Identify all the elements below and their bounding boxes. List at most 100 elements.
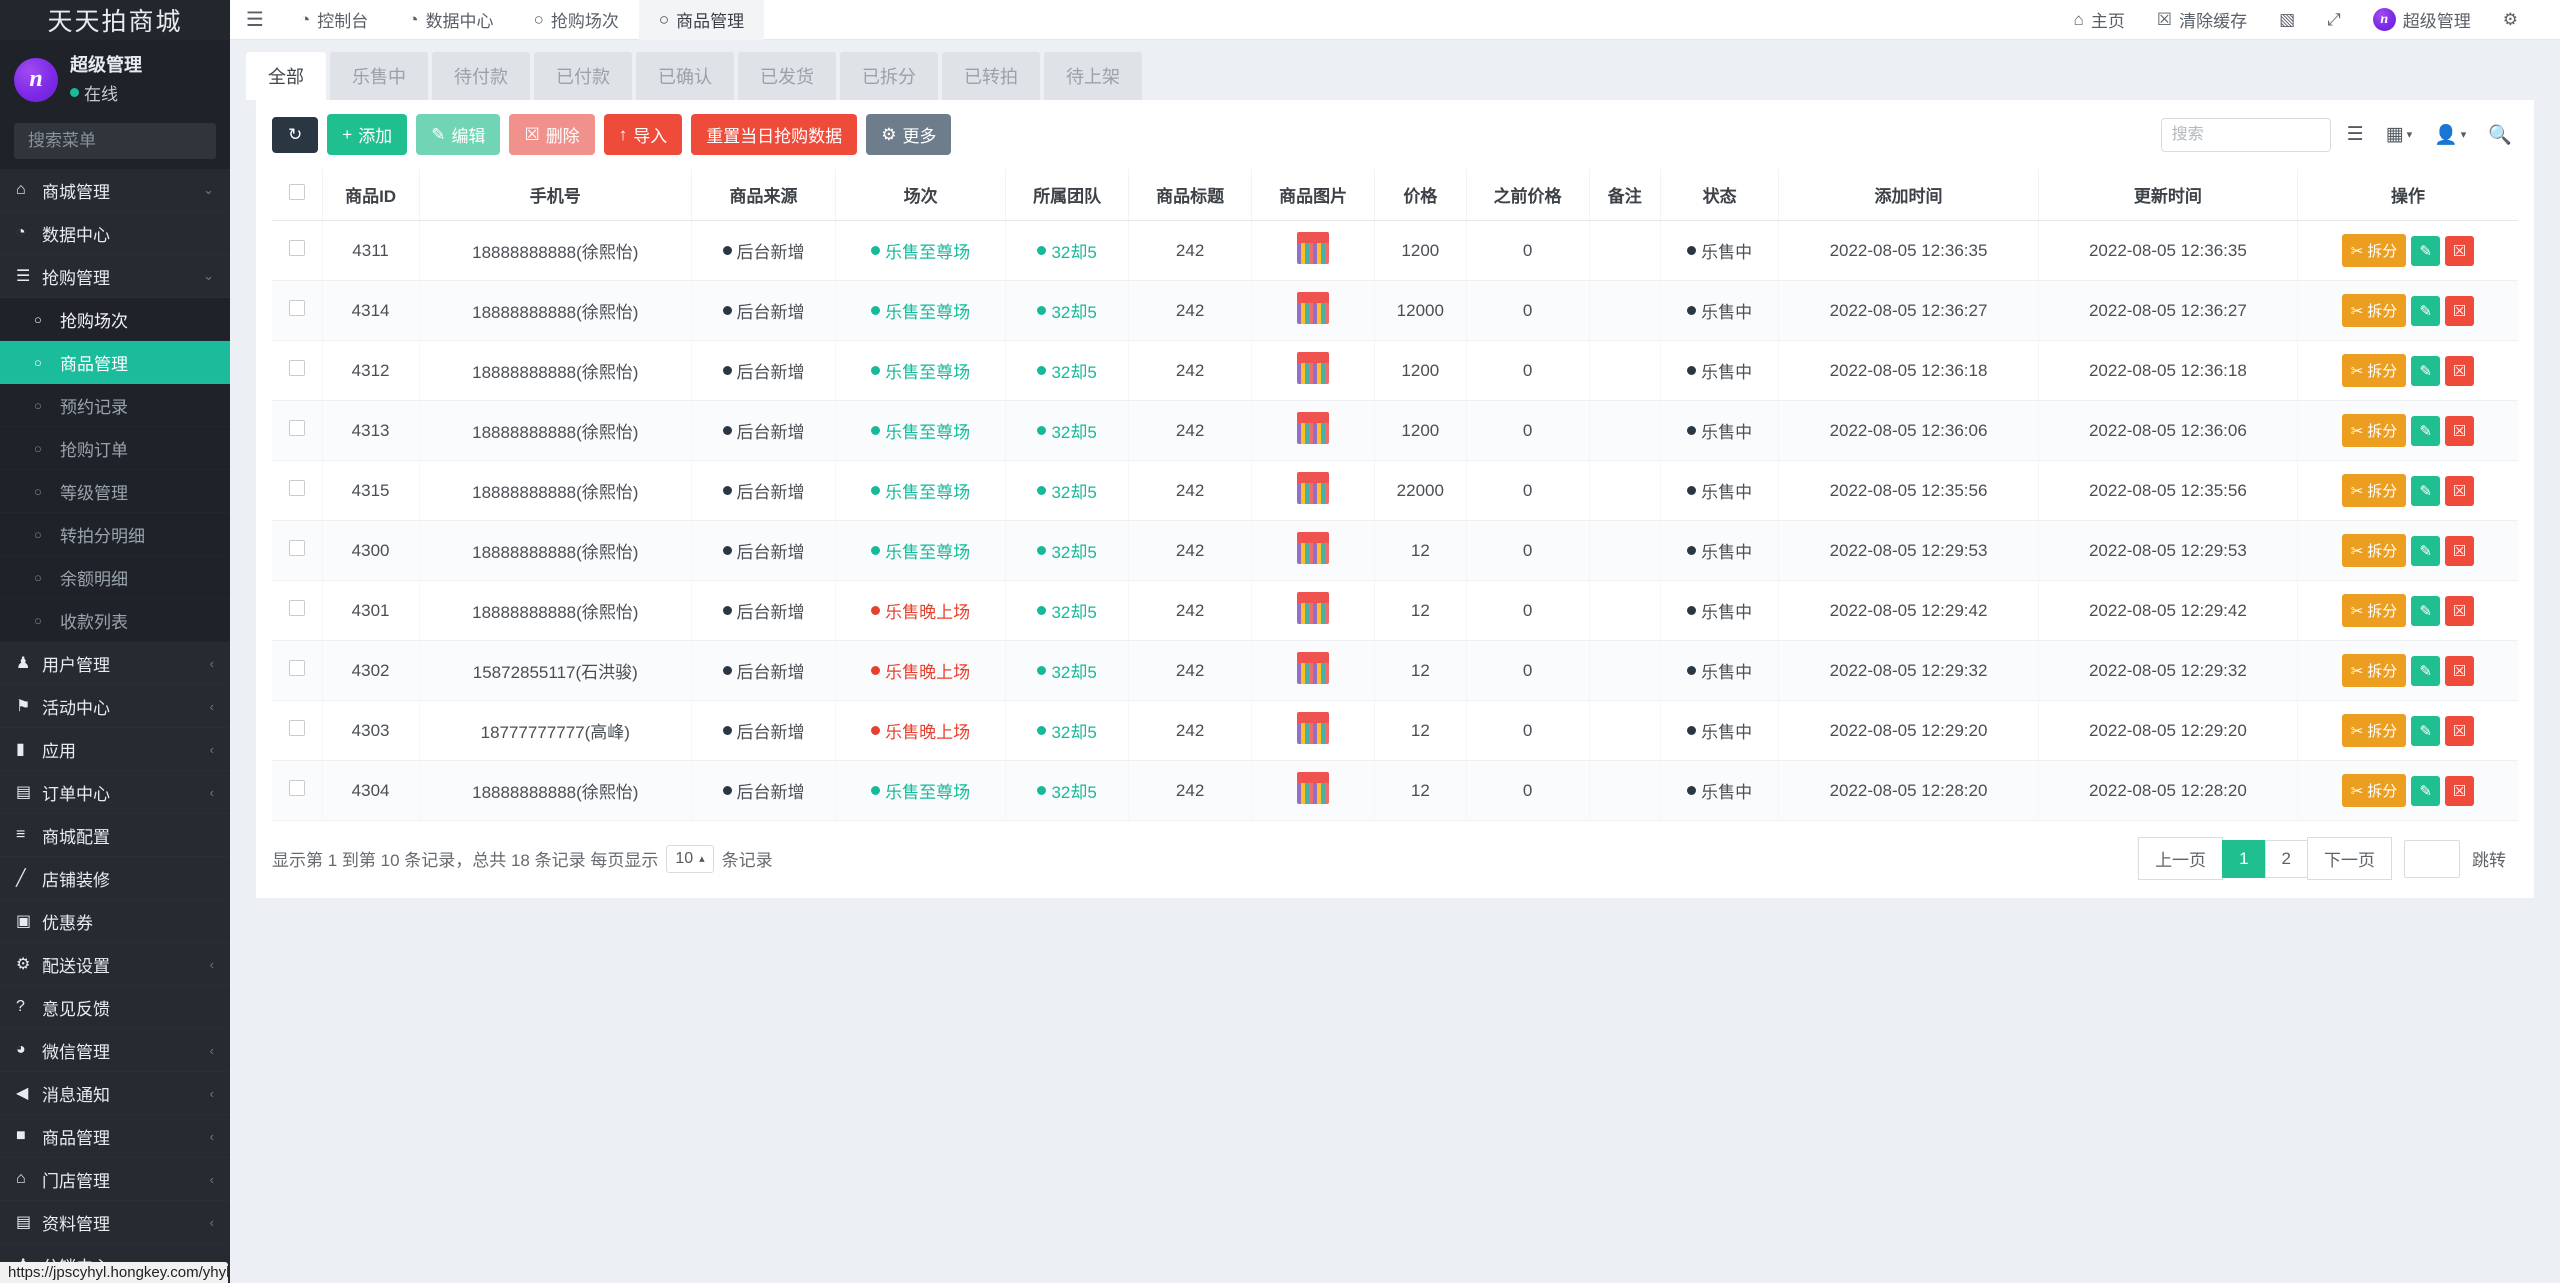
- row-checkbox[interactable]: [288, 420, 305, 436]
- sidebar-item-19[interactable]: ? 意见反馈: [0, 986, 230, 1030]
- sidebar-item-15[interactable]: ≡ 商城配置: [0, 814, 230, 858]
- sidebar-item-23[interactable]: ⌂ 门店管理 ‹: [0, 1158, 230, 1202]
- product-thumbnail[interactable]: [1297, 352, 1330, 384]
- toolbar-button-3[interactable]: ↑ 导入: [603, 114, 683, 155]
- row-action-1[interactable]: ✎: [2411, 235, 2440, 266]
- row-action-2[interactable]: ☒: [2444, 715, 2475, 746]
- sidebar-item-1[interactable]: ◔ 数据中心: [0, 212, 230, 256]
- user-filter-icon[interactable]: 👤 ▾: [2428, 119, 2472, 151]
- sidebar-item-0[interactable]: ⌂ 商城管理 ⌄: [0, 169, 230, 213]
- sidebar-item-13[interactable]: ▮ 应用 ‹: [0, 728, 230, 772]
- sidebar-item-18[interactable]: ⚙ 配送设置 ‹: [0, 943, 230, 987]
- sidebar-item-3[interactable]: ○ 抢购场次: [0, 298, 230, 341]
- row-action-1[interactable]: ✎: [2411, 595, 2440, 626]
- sidebar-item-8[interactable]: ○ 转拍分明细: [0, 513, 230, 556]
- topnav-item-1[interactable]: ◔ 数据中心: [388, 0, 513, 40]
- refresh-button[interactable]: ↻: [272, 116, 319, 153]
- row-action-0[interactable]: ✂ 拆分: [2341, 414, 2407, 447]
- row-action-1[interactable]: ✎: [2411, 355, 2440, 386]
- product-thumbnail[interactable]: [1297, 592, 1330, 624]
- row-action-0[interactable]: ✂ 拆分: [2341, 654, 2407, 687]
- sidebar-search[interactable]: 🔍: [14, 123, 230, 160]
- sidebar-item-9[interactable]: ○ 余额明细: [0, 556, 230, 599]
- topbar-action-2[interactable]: ▧: [2263, 0, 2311, 40]
- search-input[interactable]: [2160, 117, 2331, 152]
- topbar-action-4[interactable]: n 超级管理: [2357, 0, 2487, 40]
- table-row[interactable]: 4304 18888888888(徐熙怡) 后台新增 乐售至尊场 32却5 242 12 0 乐…: [272, 760, 2518, 821]
- row-action-2[interactable]: ☒: [2444, 775, 2475, 806]
- row-checkbox[interactable]: [288, 480, 305, 496]
- product-thumbnail[interactable]: [1297, 712, 1330, 744]
- table-row[interactable]: 4300 18888888888(徐熙怡) 后台新增 乐售至尊场 32却5 242 12 0 乐…: [272, 520, 2518, 581]
- topnav-item-3[interactable]: ○ 商品管理: [638, 0, 765, 40]
- pagination-jump-button[interactable]: 跳转: [2460, 838, 2518, 879]
- sidebar-item-17[interactable]: ▣ 优惠券: [0, 900, 230, 944]
- table-row[interactable]: 4314 18888888888(徐熙怡) 后台新增 乐售至尊场 32却5 242 1200…: [272, 280, 2518, 341]
- search-icon[interactable]: 🔍: [2482, 119, 2518, 151]
- table-row[interactable]: 4303 18777777777(高峰) 后台新增 乐售晚上场 32却5 242 12 0 乐售…: [272, 700, 2518, 761]
- page-size-select[interactable]: 10 ▴: [666, 844, 714, 873]
- topnav-item-0[interactable]: ◔ 控制台: [280, 0, 388, 40]
- tab-5[interactable]: 已发货: [738, 52, 836, 100]
- tab-3[interactable]: 已付款: [534, 52, 632, 100]
- tab-1[interactable]: 乐售中: [330, 52, 428, 100]
- topbar-action-3[interactable]: ⤢: [2311, 0, 2357, 40]
- row-action-2[interactable]: ☒: [2444, 235, 2475, 266]
- product-thumbnail[interactable]: [1297, 412, 1330, 444]
- row-action-2[interactable]: ☒: [2444, 475, 2475, 506]
- row-checkbox[interactable]: [288, 300, 305, 316]
- row-checkbox[interactable]: [288, 720, 305, 736]
- topbar-action-1[interactable]: ☒ 清除缓存: [2141, 0, 2263, 40]
- product-thumbnail[interactable]: [1297, 652, 1330, 684]
- sidebar-item-16[interactable]: ╱ 店铺装修: [0, 857, 230, 901]
- row-checkbox[interactable]: [288, 660, 305, 676]
- pagination-page-1[interactable]: 1: [2222, 839, 2266, 878]
- sidebar-item-6[interactable]: ○ 抢购订单: [0, 427, 230, 470]
- product-thumbnail[interactable]: [1297, 772, 1330, 804]
- sidebar-item-2[interactable]: ☰ 抢购管理 ⌄: [0, 255, 230, 299]
- row-action-0[interactable]: ✂ 拆分: [2341, 714, 2407, 747]
- hamburger-icon[interactable]: ☰: [230, 7, 280, 32]
- toolbar-button-2[interactable]: ☒ 删除: [509, 114, 595, 155]
- topbar-action-0[interactable]: ⌂ 主页: [2058, 0, 2141, 40]
- list-view-icon[interactable]: ☰: [2341, 119, 2370, 150]
- row-action-0[interactable]: ✂ 拆分: [2341, 354, 2407, 387]
- tab-4[interactable]: 已确认: [636, 52, 734, 100]
- toolbar-button-0[interactable]: + 添加: [327, 114, 408, 155]
- row-action-0[interactable]: ✂ 拆分: [2341, 594, 2407, 627]
- tab-6[interactable]: 已拆分: [840, 52, 938, 100]
- row-checkbox[interactable]: [288, 600, 305, 616]
- pagination-jump-input[interactable]: [2404, 839, 2460, 878]
- table-row[interactable]: 4312 18888888888(徐熙怡) 后台新增 乐售至尊场 32却5 242 1200…: [272, 340, 2518, 401]
- row-action-0[interactable]: ✂ 拆分: [2341, 294, 2407, 327]
- tab-0[interactable]: 全部: [246, 52, 326, 100]
- table-row[interactable]: 4315 18888888888(徐熙怡) 后台新增 乐售至尊场 32却5 242 2200…: [272, 460, 2518, 521]
- pagination-prev[interactable]: 上一页: [2138, 837, 2224, 880]
- row-action-1[interactable]: ✎: [2411, 295, 2440, 326]
- toolbar-button-4[interactable]: 重置当日抢购数据: [691, 114, 858, 155]
- sidebar-item-11[interactable]: ♟ 用户管理 ‹: [0, 642, 230, 686]
- row-action-2[interactable]: ☒: [2444, 595, 2475, 626]
- row-action-2[interactable]: ☒: [2444, 655, 2475, 686]
- sidebar-item-14[interactable]: ▤ 订单中心 ‹: [0, 771, 230, 815]
- tab-8[interactable]: 待上架: [1044, 52, 1142, 100]
- search-menu-input[interactable]: [26, 130, 230, 153]
- row-action-1[interactable]: ✎: [2411, 475, 2440, 506]
- toolbar-button-5[interactable]: ⚙ 更多: [866, 114, 952, 155]
- product-thumbnail[interactable]: [1297, 232, 1330, 264]
- table-row[interactable]: 4313 18888888888(徐熙怡) 后台新增 乐售至尊场 32却5 242 1200…: [272, 400, 2518, 461]
- row-action-0[interactable]: ✂ 拆分: [2341, 774, 2407, 807]
- row-action-2[interactable]: ☒: [2444, 415, 2475, 446]
- product-thumbnail[interactable]: [1297, 472, 1330, 504]
- pagination-next[interactable]: 下一页: [2307, 837, 2392, 880]
- tab-2[interactable]: 待付款: [432, 52, 530, 100]
- sidebar-item-7[interactable]: ○ 等级管理: [0, 470, 230, 513]
- table-row[interactable]: 4302 15872855117(石洪骏) 后台新增 乐售晚上场 32却5 242 12 0 乐…: [272, 640, 2518, 701]
- table-row[interactable]: 4301 18888888888(徐熙怡) 后台新增 乐售晚上场 32却5 242 12 0 乐…: [272, 580, 2518, 641]
- sidebar-item-21[interactable]: ◀ 消息通知 ‹: [0, 1072, 230, 1116]
- tab-7[interactable]: 已转拍: [942, 52, 1040, 100]
- toolbar-button-1[interactable]: ✎ 编辑: [416, 114, 501, 155]
- topnav-item-2[interactable]: ○ 抢购场次: [514, 0, 639, 40]
- row-checkbox[interactable]: [288, 780, 305, 796]
- product-thumbnail[interactable]: [1297, 532, 1330, 564]
